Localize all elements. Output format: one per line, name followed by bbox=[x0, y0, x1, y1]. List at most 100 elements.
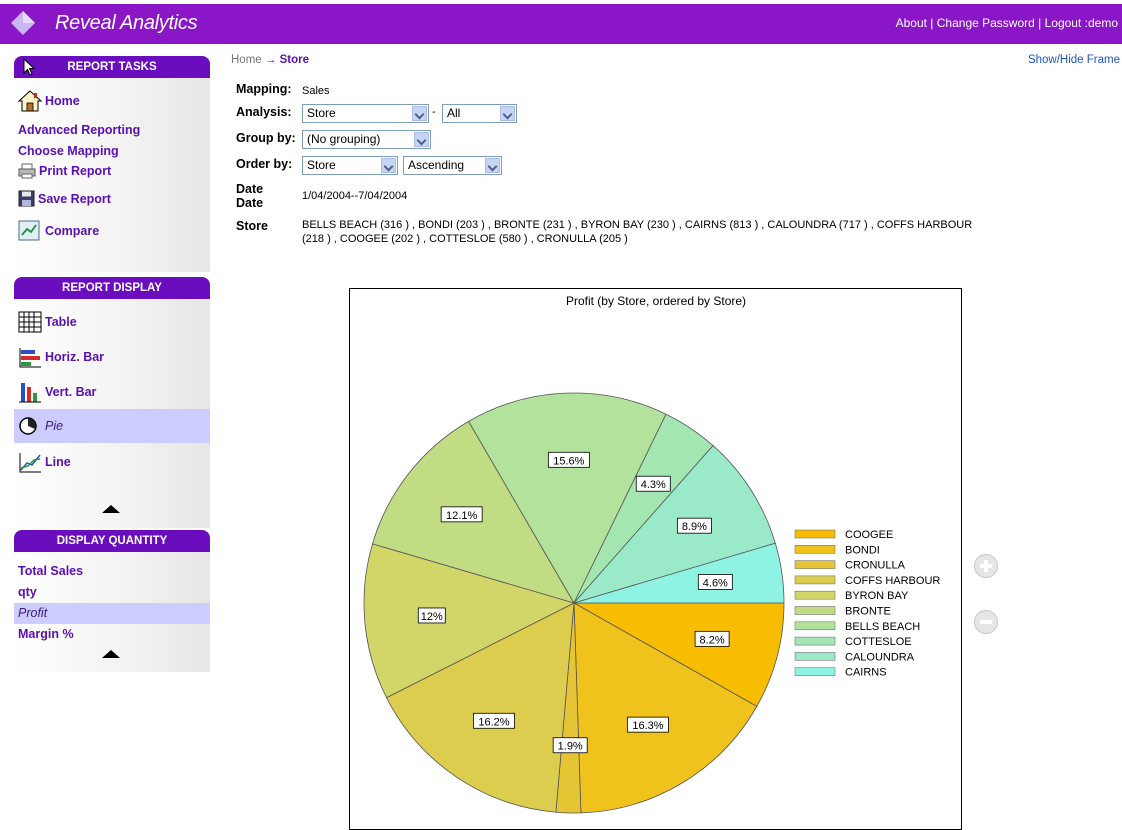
display-vert-bar[interactable]: Vert. Bar bbox=[18, 381, 96, 403]
collapse-display-quantity-arrow-icon[interactable] bbox=[102, 650, 120, 658]
task-choose-mapping[interactable]: Choose Mapping bbox=[18, 144, 119, 158]
slice-percent-label: 16.2% bbox=[478, 716, 509, 728]
pie-chart-panel: Profit (by Store, ordered by Store) 8.2% 1… bbox=[349, 288, 962, 830]
report-tasks-title: REPORT TASKS bbox=[67, 61, 157, 73]
link-separator: | bbox=[926, 16, 937, 30]
display-quantity-header: DISPLAY QUANTITY bbox=[14, 530, 210, 552]
legend-swatch-caloundra bbox=[794, 652, 836, 661]
breadcrumb-arrow: → bbox=[264, 54, 277, 66]
legend-swatch-cairns bbox=[794, 667, 836, 677]
legend-label-coogee: COOGEE bbox=[845, 529, 893, 541]
group-by-label: Group by: bbox=[236, 131, 296, 145]
order-by-select[interactable]: Store bbox=[302, 156, 398, 175]
change-password-link[interactable]: Change Password bbox=[937, 16, 1035, 30]
about-link[interactable]: About bbox=[896, 16, 927, 30]
breadcrumb-current: Store bbox=[279, 54, 309, 66]
top-bar: Reveal Analytics About | Change Password… bbox=[0, 0, 1122, 44]
save-disk-icon bbox=[18, 190, 35, 207]
slice-percent-label: 4.3% bbox=[641, 479, 666, 491]
report-display-body: Table Horiz. Bar Vert. Bar Pie Line bbox=[14, 299, 210, 528]
report-tasks-header: REPORT TASKS bbox=[14, 56, 210, 78]
group-by-select[interactable]: (No grouping) bbox=[302, 130, 431, 149]
store-list-line-1: BELLS BEACH (316 ) , BONDI (203 ) , BRON… bbox=[302, 219, 973, 231]
order-direction-value: Ascending bbox=[408, 158, 465, 172]
printer-icon bbox=[18, 163, 36, 179]
mapping-value: Sales bbox=[302, 85, 330, 97]
quantity-margin[interactable]: Margin % bbox=[18, 627, 74, 641]
legend-swatch-coffs-harbour bbox=[794, 575, 836, 585]
task-home[interactable]: Home bbox=[18, 90, 80, 112]
pie-chart: Profit (by Store, ordered by Store) 8.2% 1… bbox=[363, 294, 940, 814]
quantity-total-sales[interactable]: Total Sales bbox=[18, 564, 83, 578]
slice-percent-label: 16.3% bbox=[632, 720, 663, 732]
legend-label-byron-bay: BYRON BAY bbox=[845, 590, 909, 602]
legend-swatch-bells-beach bbox=[794, 621, 836, 631]
quantity-profit[interactable]: Profit bbox=[18, 606, 47, 620]
display-horiz-bar[interactable]: Horiz. Bar bbox=[18, 346, 104, 368]
report-display-header: REPORT DISPLAY bbox=[14, 277, 210, 299]
legend-label-cottesloe: COTTESLOE bbox=[845, 636, 912, 648]
task-print-report[interactable]: Print Report bbox=[18, 163, 111, 179]
slice-percent-label: 15.6% bbox=[553, 455, 584, 467]
legend-swatch-byron-bay bbox=[794, 590, 836, 600]
display-quantity-title: DISPLAY QUANTITY bbox=[56, 535, 168, 547]
display-quantity-panel: DISPLAY QUANTITY Total Sales qty Profit … bbox=[14, 530, 210, 672]
legend-swatch-bondi bbox=[794, 544, 836, 554]
slice-percent-label: 12% bbox=[421, 611, 443, 623]
cursor-arrow-icon bbox=[23, 58, 36, 76]
zoom-out-button[interactable] bbox=[974, 610, 998, 634]
slice-percent-label: 12.1% bbox=[446, 510, 477, 522]
slice-percent-label: 8.2% bbox=[700, 634, 725, 646]
chevron-down-icon bbox=[381, 158, 396, 173]
quantity-margin-label: Margin % bbox=[18, 627, 74, 641]
task-compare-label: Compare bbox=[45, 224, 100, 238]
legend-label-cronulla: CRONULLA bbox=[845, 560, 906, 572]
home-icon bbox=[18, 90, 42, 112]
display-line[interactable]: Line bbox=[18, 451, 71, 473]
mapping-label: Mapping: bbox=[236, 82, 292, 96]
analysis-filter-select[interactable]: All bbox=[442, 104, 517, 123]
task-advanced-reporting-label: Advanced Reporting bbox=[18, 123, 141, 137]
legend-label-bondi: BONDI bbox=[845, 544, 880, 556]
report-tasks-body: Home Advanced Reporting Choose Mapping P… bbox=[14, 78, 210, 272]
order-direction-select[interactable]: Ascending bbox=[403, 156, 502, 175]
quantity-qty[interactable]: qty bbox=[18, 585, 37, 599]
minus-icon bbox=[980, 620, 992, 624]
vertical-bar-chart-icon bbox=[19, 383, 41, 403]
logout-link[interactable]: Logout :demo bbox=[1045, 16, 1118, 30]
display-pie-label: Pie bbox=[45, 419, 64, 433]
task-home-label: Home bbox=[45, 94, 80, 108]
collapse-report-display-arrow-icon[interactable] bbox=[102, 505, 120, 513]
chevron-down-icon bbox=[500, 106, 515, 121]
task-advanced-reporting[interactable]: Advanced Reporting bbox=[18, 123, 140, 137]
analysis-select-value: Store bbox=[307, 106, 336, 120]
display-vert-bar-label: Vert. Bar bbox=[45, 385, 97, 399]
report-display-panel: REPORT DISPLAY Table Horiz. Bar Vert. Ba… bbox=[14, 277, 210, 528]
slice-percent-label: 1.9% bbox=[558, 741, 583, 753]
logo-diamond-icon bbox=[11, 11, 35, 35]
task-compare[interactable]: Compare bbox=[18, 220, 99, 242]
display-table[interactable]: Table bbox=[18, 311, 77, 333]
legend-label-cairns: CAIRNS bbox=[845, 667, 887, 679]
chart-legend: COOGEE BONDI CRONULLA COFFS HARBOUR BYRON BA… bbox=[794, 529, 940, 679]
chevron-down-icon bbox=[414, 132, 429, 147]
compare-icon bbox=[18, 220, 40, 241]
date-label: Date Date bbox=[236, 182, 264, 210]
horizontal-bar-chart-icon bbox=[19, 348, 41, 368]
zoom-in-button[interactable] bbox=[974, 554, 998, 578]
store-list-line-2: (218 ) , COOGEE (202 ) , COTTESLOE (580 … bbox=[302, 233, 628, 245]
link-separator: | bbox=[1034, 16, 1045, 30]
display-pie[interactable]: Pie bbox=[18, 416, 63, 436]
date-value: 1/04/2004--7/04/2004 bbox=[302, 190, 408, 202]
display-line-label: Line bbox=[45, 455, 71, 469]
display-quantity-body: Total Sales qty Profit Margin % bbox=[14, 552, 210, 672]
breadcrumb-home-link[interactable]: Home bbox=[231, 54, 262, 66]
order-by-label: Order by: bbox=[236, 157, 293, 171]
table-icon bbox=[18, 311, 42, 333]
store-label: Store bbox=[236, 219, 268, 233]
chevron-down-icon bbox=[485, 158, 500, 173]
task-save-report[interactable]: Save Report bbox=[18, 190, 111, 207]
legend-label-bronte: BRONTE bbox=[845, 606, 891, 618]
analysis-select[interactable]: Store bbox=[302, 104, 429, 123]
show-hide-frame-link[interactable]: Show/Hide Frame bbox=[1028, 54, 1120, 66]
